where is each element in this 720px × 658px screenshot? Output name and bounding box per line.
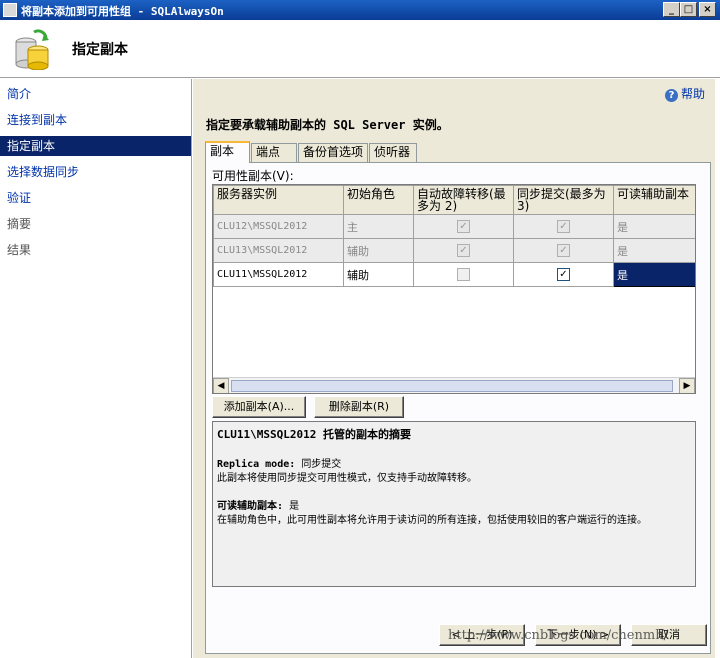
cell-readable: 是 xyxy=(613,238,695,263)
app-icon xyxy=(3,3,17,17)
close-button[interactable]: × xyxy=(699,2,716,17)
watermark-text: http://www.cnblogs.com/chenmh/ xyxy=(448,628,668,643)
sync-commit-checkbox[interactable]: ✓ xyxy=(557,268,570,282)
sync-commit-checkbox: ✓ xyxy=(557,244,570,258)
cell-role: 辅助 xyxy=(343,238,414,263)
replica-summary: CLU11\MSSQL2012 托管的副本的摘要 Replica mode: 同… xyxy=(212,421,696,587)
readable-secondary-select[interactable]: 是 xyxy=(613,262,695,287)
instruction-text: 指定要承载辅助副本的 SQL Server 实例。 xyxy=(206,118,449,132)
help-link[interactable]: ? 帮助 xyxy=(664,85,705,102)
summary-title: CLU11\MSSQL2012 托管的副本的摘要 xyxy=(217,428,411,441)
column-header-role[interactable]: 初始角色 xyxy=(343,185,414,215)
wizard-step-nav: 简介 连接到副本 指定副本 选择数据同步 验证 摘要 结果 xyxy=(0,79,192,658)
grid-label: 可用性副本(V): xyxy=(212,169,294,183)
replica-mode-value: 同步提交 xyxy=(301,459,342,470)
replica-mode-label: Replica mode: xyxy=(217,459,296,470)
scroll-left-icon[interactable]: ◀ xyxy=(213,378,229,393)
sync-commit-checkbox: ✓ xyxy=(557,220,570,234)
scroll-right-icon[interactable]: ▶ xyxy=(679,378,695,393)
nav-item-summary: 摘要 xyxy=(7,217,32,231)
nav-item-results: 结果 xyxy=(7,243,32,257)
wizard-header: 指定副本 xyxy=(0,20,720,78)
column-header-sync-commit[interactable]: 同步提交(最多为 3) xyxy=(513,185,614,215)
table-row: CLU13\MSSQL2012 辅助 ✓ ✓ 是 xyxy=(213,238,695,263)
database-replica-icon xyxy=(15,29,49,70)
cell-role[interactable]: 辅助 xyxy=(343,262,414,287)
replica-grid: 服务器实例 初始角色 自动故障转移(最多为 2) 同步提交(最多为 3) 可读辅… xyxy=(212,184,696,394)
tab-backup-preferences[interactable]: 备份首选项 xyxy=(298,143,368,162)
nav-item-connect-replicas[interactable]: 连接到副本 xyxy=(0,110,191,130)
window-titlebar: 将副本添加到可用性组 - SQLAlwaysOn _ □ × xyxy=(0,0,720,20)
help-icon: ? xyxy=(664,89,678,102)
auto-failover-checkbox: ✓ xyxy=(457,220,470,234)
table-row[interactable]: CLU11\MSSQL2012 辅助 ✓ 是 xyxy=(213,262,695,287)
main-panel: ? 帮助 指定要承载辅助副本的 SQL Server 实例。 副本 端点 备份首选… xyxy=(193,79,715,658)
page-title: 指定副本 xyxy=(72,42,128,58)
add-replica-button[interactable]: 添加副本(A)... xyxy=(212,396,306,418)
readable-description: 在辅助角色中，此可用性副本将允许用于读访问的所有连接，包括使用较旧的客户端运行的… xyxy=(217,515,647,526)
readable-label: 可读辅助副本: xyxy=(217,501,284,512)
horizontal-scrollbar[interactable]: ◀ ▶ xyxy=(213,377,695,393)
table-row: CLU12\MSSQL2012 主 ✓ ✓ 是 xyxy=(213,214,695,239)
cell-readable: 是 xyxy=(613,214,695,239)
nav-item-intro[interactable]: 简介 xyxy=(0,84,191,104)
remove-replica-button[interactable]: 删除副本(R) xyxy=(314,396,404,418)
maximize-button[interactable]: □ xyxy=(680,2,697,17)
tab-listener[interactable]: 侦听器 xyxy=(369,143,417,162)
help-label: 帮助 xyxy=(680,87,705,101)
nav-item-validation[interactable]: 验证 xyxy=(0,188,191,208)
nav-item-specify-replicas[interactable]: 指定副本 xyxy=(0,136,191,156)
readable-value: 是 xyxy=(289,501,300,512)
cell-role: 主 xyxy=(343,214,414,239)
auto-failover-checkbox[interactable] xyxy=(457,268,470,282)
cell-server: CLU13\MSSQL2012 xyxy=(213,238,344,263)
tab-replicas[interactable]: 副本 xyxy=(205,141,250,163)
column-header-readable[interactable]: 可读辅助副本 xyxy=(613,185,695,215)
cell-server[interactable]: CLU11\MSSQL2012 xyxy=(213,262,344,287)
scroll-thumb[interactable] xyxy=(231,380,673,392)
replica-mode-description: 此副本将使用同步提交可用性模式，仅支持手动故障转移。 xyxy=(217,473,477,484)
tab-panel-replicas: 可用性副本(V): 服务器实例 初始角色 自动故障转移(最多为 2) 同步提交(… xyxy=(205,162,711,654)
column-header-auto-failover[interactable]: 自动故障转移(最多为 2) xyxy=(413,185,514,215)
minimize-button[interactable]: _ xyxy=(663,2,680,17)
window-title: 将副本添加到可用性组 - SQLAlwaysOn xyxy=(21,5,224,18)
nav-item-data-sync[interactable]: 选择数据同步 xyxy=(0,162,191,182)
auto-failover-checkbox: ✓ xyxy=(457,244,470,258)
column-header-server[interactable]: 服务器实例 xyxy=(213,185,344,215)
cell-server: CLU12\MSSQL2012 xyxy=(213,214,344,239)
tab-endpoints[interactable]: 端点 xyxy=(251,143,297,162)
